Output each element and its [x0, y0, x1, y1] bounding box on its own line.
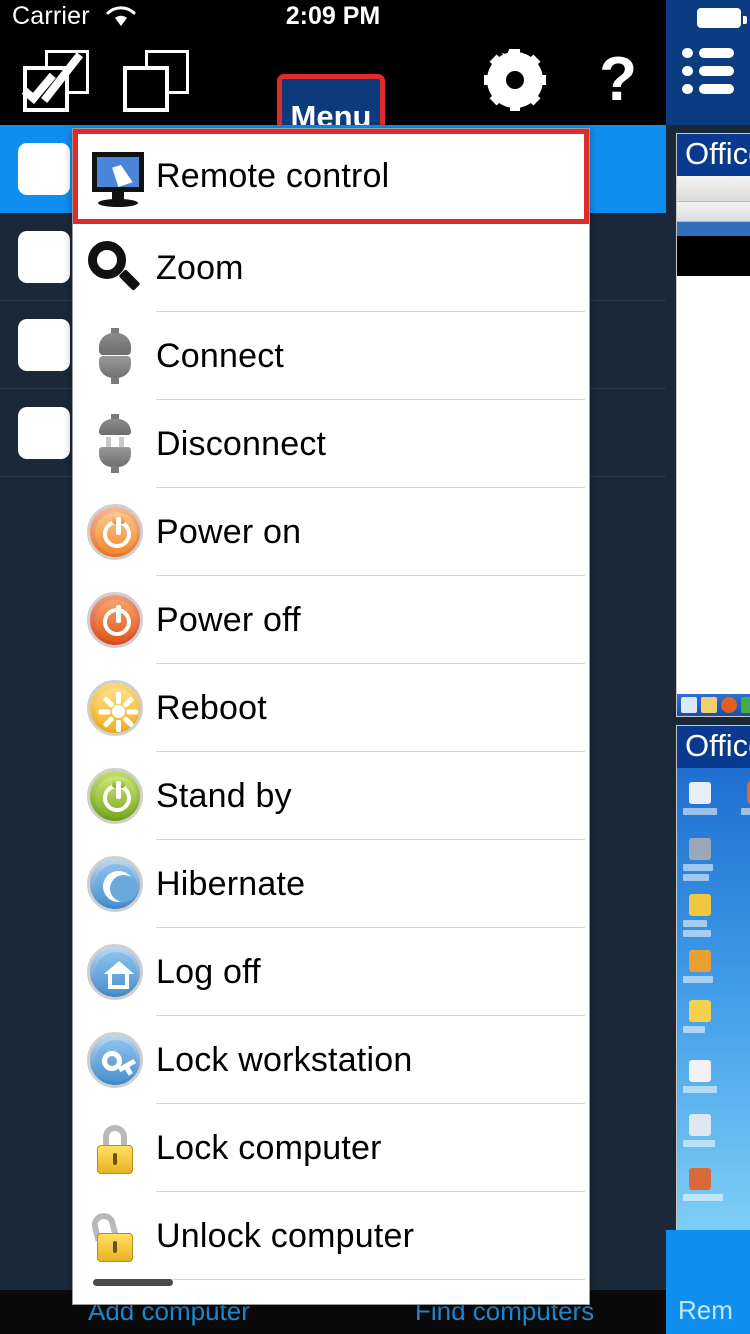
menu-item-label: Stand by — [156, 776, 292, 815]
battery-full-icon — [697, 8, 747, 28]
menu-item-label: Lock workstation — [156, 1040, 413, 1079]
thumbnail-title: Office — [677, 134, 750, 176]
menu-item-label: Reboot — [156, 688, 267, 727]
monitor-cursor-icon — [88, 148, 146, 207]
row-checkbox[interactable] — [18, 143, 70, 195]
remote-strip-label: Rem — [678, 1295, 733, 1325]
menu-item-label: Hibernate — [156, 864, 306, 903]
menu-item-label: Power on — [156, 512, 302, 551]
row-checkbox[interactable] — [18, 231, 70, 283]
plug-disconnected-icon — [86, 414, 144, 473]
question-mark-icon: ? — [599, 44, 637, 114]
menu-item-label: Unlock computer — [156, 1216, 415, 1255]
thumbnail-card[interactable]: Office — [676, 725, 750, 1239]
standby-green-orb-icon — [86, 767, 144, 825]
reboot-sun-orb-icon — [86, 679, 144, 737]
gear-icon — [484, 48, 546, 111]
power-off-orb-icon — [86, 591, 144, 649]
power-on-orb-icon — [86, 503, 144, 561]
menu-item-reboot[interactable]: Reboot — [73, 664, 589, 752]
menu-item-label: Lock computer — [156, 1128, 382, 1167]
deselect-all-button[interactable] — [110, 34, 202, 125]
menu-item-label: Power off — [156, 600, 301, 639]
menu-item-unlock-computer[interactable]: Unlock computer — [73, 1192, 589, 1280]
menu-item-zoom[interactable]: Zoom — [73, 224, 589, 312]
menu-item-label: Remote control — [156, 157, 390, 195]
remote-status-strip[interactable]: Rem — [666, 1230, 750, 1334]
status-bar: Carrier 2:09 PM — [0, 0, 666, 34]
log-off-house-icon — [86, 943, 144, 1001]
menu-item-hibernate[interactable]: Hibernate — [73, 840, 589, 928]
thumbnail-preview — [677, 176, 750, 716]
menu-popover: Remote control Zoom Connect Disconnect P… — [72, 128, 590, 1305]
menu-item-label: Disconnect — [156, 424, 327, 463]
magnifier-icon — [86, 239, 144, 297]
scroll-indicator[interactable] — [93, 1279, 173, 1286]
help-button[interactable]: ? — [578, 34, 658, 125]
thumbnail-card[interactable]: Office — [676, 133, 750, 717]
menu-item-lock-workstation[interactable]: Lock workstation — [73, 1016, 589, 1104]
thumbnail-preview — [677, 768, 750, 1238]
settings-button[interactable] — [460, 34, 570, 125]
top-toolbar: Menu ? — [0, 34, 666, 160]
menu-item-label: Log off — [156, 952, 261, 991]
menu-item-stand-by[interactable]: Stand by — [73, 752, 589, 840]
list-view-icon[interactable] — [682, 48, 734, 94]
row-checkbox[interactable] — [18, 319, 70, 371]
select-all-checkbox-icon — [21, 49, 89, 112]
clock-label: 2:09 PM — [285, 2, 381, 30]
deselect-all-squares-icon — [123, 49, 189, 112]
row-checkbox[interactable] — [18, 407, 70, 459]
menu-item-disconnect[interactable]: Disconnect — [73, 400, 589, 488]
padlock-closed-icon — [86, 1119, 144, 1177]
key-orb-icon — [86, 1031, 144, 1089]
menu-item-connect[interactable]: Connect — [73, 312, 589, 400]
menu-item-lock-computer[interactable]: Lock computer — [73, 1104, 589, 1192]
menu-item-label: Connect — [156, 336, 285, 375]
app-root: Carrier 2:09 PM Menu ? Offic Offic Rem A… — [0, 0, 750, 1334]
menu-item-remote-control[interactable]: Remote control — [73, 129, 589, 224]
hibernate-moon-icon — [86, 855, 144, 913]
menu-item-power-on[interactable]: Power on — [73, 488, 589, 576]
thumbnail-title: Office — [677, 726, 750, 768]
menu-item-label: Zoom — [156, 248, 244, 287]
padlock-open-icon — [86, 1207, 144, 1265]
thumbnail-column: Office Office — [666, 125, 750, 1334]
menu-item-power-off[interactable]: Power off — [73, 576, 589, 664]
plug-connected-icon — [86, 327, 144, 385]
select-all-button[interactable] — [10, 34, 102, 125]
menu-item-log-off[interactable]: Log off — [73, 928, 589, 1016]
